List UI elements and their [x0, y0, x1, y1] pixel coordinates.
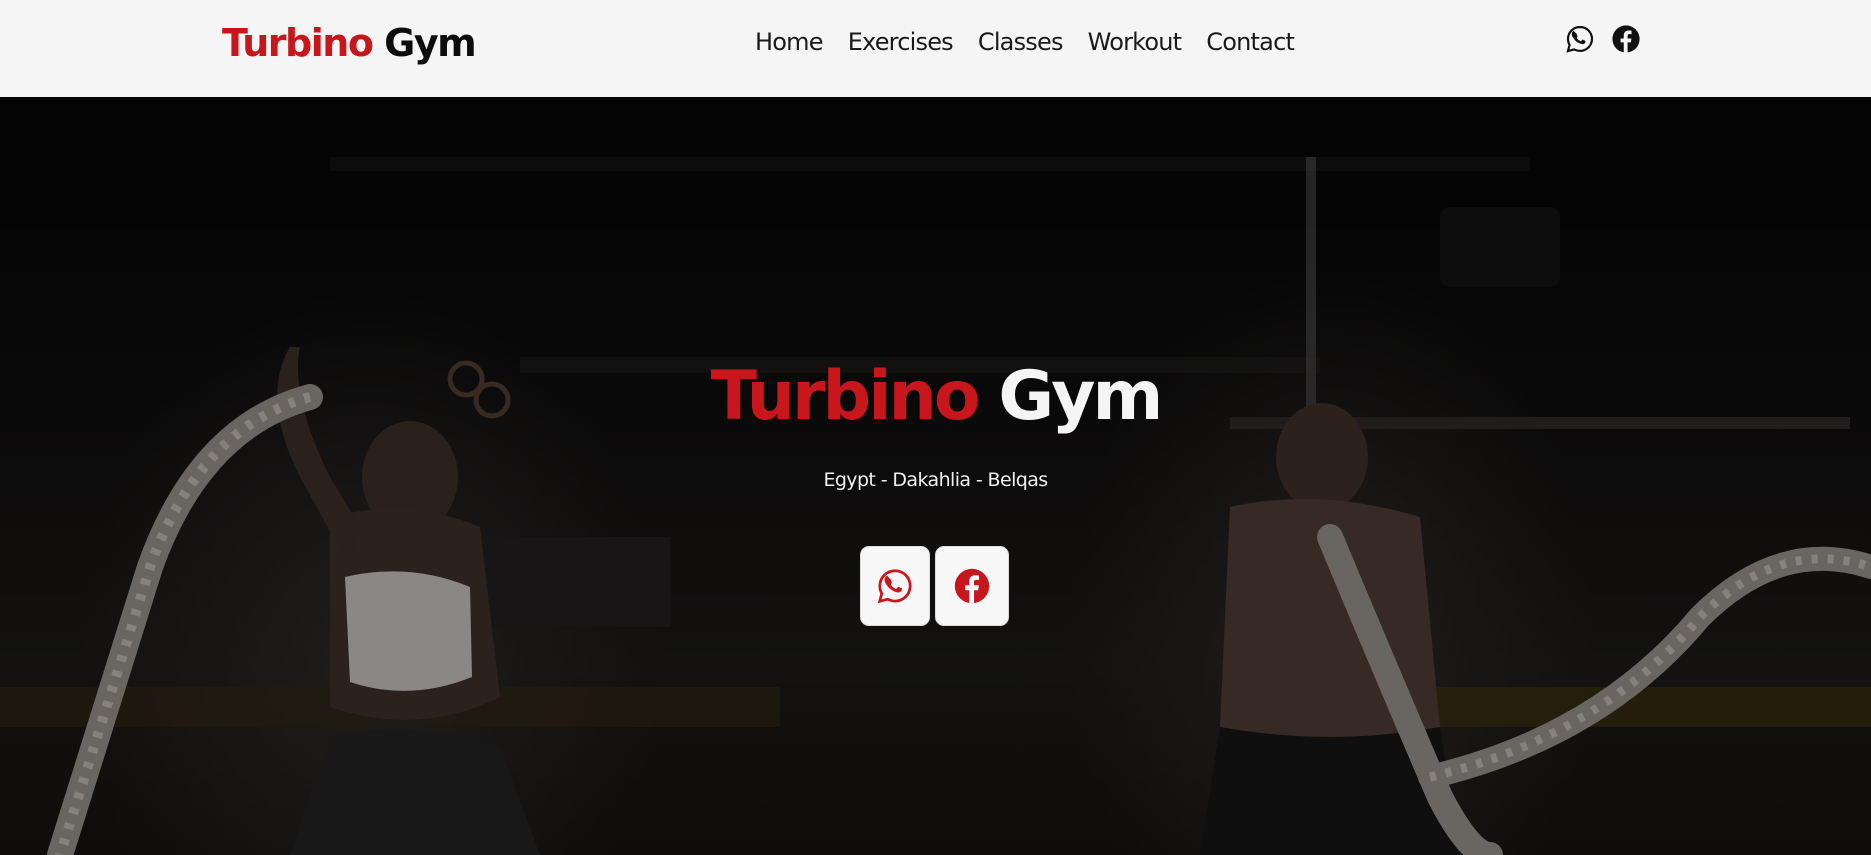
brand-logo[interactable]: Turbino Gym: [222, 20, 477, 66]
brand-first-word: Turbino: [222, 21, 374, 65]
facebook-icon: [954, 568, 990, 604]
hero-location: Egypt - Dakahlia - Belqas: [823, 469, 1048, 491]
facebook-button[interactable]: [935, 546, 1009, 626]
hero-social-buttons: [860, 546, 1009, 626]
hero-title-first-word: Turbino: [710, 357, 981, 436]
whatsapp-button[interactable]: [860, 546, 930, 626]
nav-link-contact[interactable]: Contact: [1206, 26, 1295, 58]
hero-section: Turbino Gym Egypt - Dakahlia - Belqas: [0, 97, 1871, 855]
whatsapp-icon[interactable]: [1565, 24, 1595, 54]
hero-title-second-word: Gym: [998, 357, 1163, 436]
whatsapp-icon: [877, 569, 912, 604]
brand-second-word: Gym: [384, 21, 477, 65]
hero-title: Turbino Gym: [0, 357, 1871, 437]
navbar: Turbino Gym Home Exercises Classes Worko…: [0, 0, 1871, 97]
facebook-icon[interactable]: [1611, 24, 1641, 54]
nav-social-icons: [1565, 24, 1641, 54]
nav-link-home[interactable]: Home: [755, 26, 823, 58]
nav-link-classes[interactable]: Classes: [978, 26, 1064, 58]
nav-links: Home Exercises Classes Workout Contact: [755, 26, 1319, 58]
nav-link-exercises[interactable]: Exercises: [848, 26, 954, 58]
nav-link-workout[interactable]: Workout: [1088, 26, 1182, 58]
